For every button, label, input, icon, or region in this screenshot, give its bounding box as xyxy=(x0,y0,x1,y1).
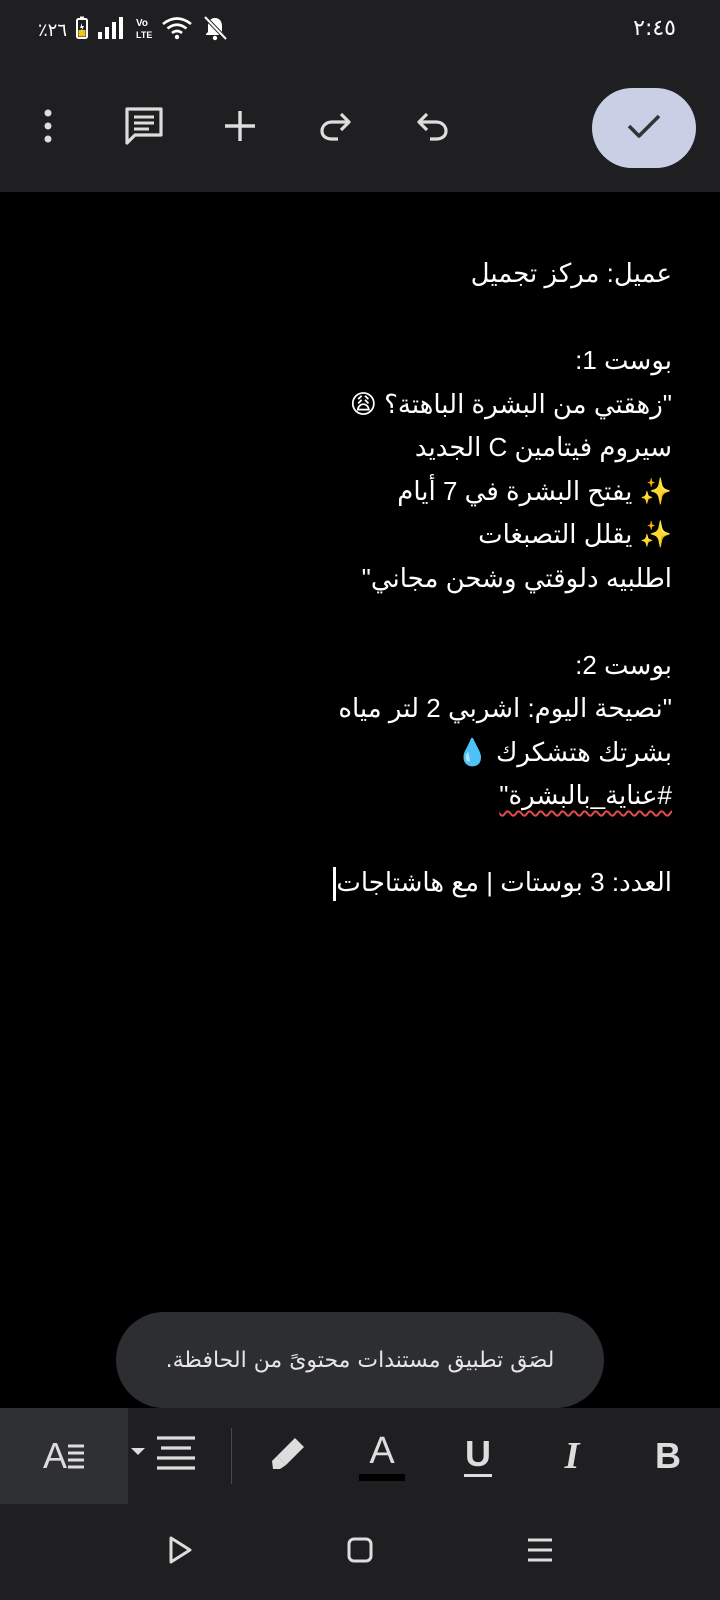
svg-text:A: A xyxy=(43,1436,67,1472)
doc-line-last: العدد: 3 بوستات | مع هاشتاجات xyxy=(252,861,672,905)
highlight-button[interactable] xyxy=(256,1408,320,1504)
toast-text: لصَق تطبيق مستندات محتوىً من الحافظة. xyxy=(165,1347,555,1373)
insert-button[interactable] xyxy=(216,104,264,152)
battery-percent: ٪٢٦ xyxy=(38,20,68,41)
italic-icon: I xyxy=(564,1435,580,1477)
doc-line: ✨ يقلل التصبغات xyxy=(478,519,672,549)
comment-button[interactable] xyxy=(120,104,168,152)
doc-line xyxy=(252,600,672,644)
battery-icon xyxy=(75,16,89,45)
status-icons: ٪٢٦ Vo LTE xyxy=(38,14,229,47)
status-bar: ٪٢٦ Vo LTE ٢:٤٥ xyxy=(0,0,720,64)
formatting-bar: A A U I B xyxy=(0,1408,720,1504)
doc-line: اطلبيه دلوقتي وشحن مجاني" xyxy=(361,562,672,593)
doc-line: "زهقتي من البشرة الباهتة؟ 😩 xyxy=(349,388,672,419)
check-icon xyxy=(624,110,664,146)
doc-line xyxy=(252,818,672,862)
svg-text:Vo: Vo xyxy=(136,18,148,29)
underline-glyph: U xyxy=(465,1432,491,1474)
doc-line: عميل: مركز تجميل xyxy=(470,258,672,288)
doc-line: سيروم فيتامين C الجديد xyxy=(414,432,672,462)
doc-line: بشرتك هتشكرك 💧 xyxy=(456,736,672,767)
doc-line xyxy=(252,296,672,340)
done-button[interactable] xyxy=(592,88,696,168)
toolbar-divider xyxy=(231,1428,232,1484)
recents-icon xyxy=(526,1537,554,1567)
underline-button[interactable]: U xyxy=(446,1408,510,1504)
svg-text:LTE: LTE xyxy=(136,30,152,40)
status-time: ٢:٤٥ xyxy=(633,16,676,41)
text-color-glyph: A xyxy=(369,1429,395,1472)
text-style-button[interactable]: A xyxy=(0,1408,128,1504)
home-icon xyxy=(346,1536,374,1568)
doc-line: #عناية_بالبشرة" xyxy=(499,780,672,810)
doc-line: "نصيحة اليوم: اشربي 2 لتر مياه xyxy=(338,693,672,723)
redo-button[interactable] xyxy=(312,104,360,152)
more-vert-icon xyxy=(36,106,60,150)
document-canvas[interactable]: عميل: مركز تجميل بوست 1: "زهقتي من البشر… xyxy=(0,192,720,1408)
text-color-swatch xyxy=(359,1473,405,1481)
back-icon xyxy=(166,1535,194,1569)
editor-toolbar xyxy=(0,64,720,192)
document-text[interactable]: عميل: مركز تجميل بوست 1: "زهقتي من البشر… xyxy=(252,252,672,905)
back-button[interactable] xyxy=(152,1524,208,1580)
clipboard-toast: لصَق تطبيق مستندات محتوىً من الحافظة. xyxy=(116,1312,604,1408)
system-nav-bar xyxy=(0,1504,720,1600)
italic-button[interactable]: I xyxy=(540,1408,604,1504)
text-style-icon: A xyxy=(43,1435,85,1476)
bold-icon: B xyxy=(655,1435,681,1476)
undo-icon xyxy=(414,110,450,146)
underline-bar xyxy=(464,1473,492,1477)
bold-button[interactable]: B xyxy=(636,1408,700,1504)
wifi-icon xyxy=(161,16,193,45)
text-color-icon: A xyxy=(359,1432,405,1481)
align-icon xyxy=(131,1434,197,1478)
redo-icon xyxy=(318,110,354,146)
undo-button[interactable] xyxy=(408,104,456,152)
more-options-button[interactable] xyxy=(24,104,72,152)
paragraph-align-button[interactable] xyxy=(128,1408,200,1504)
home-button[interactable] xyxy=(332,1524,388,1580)
comment-icon xyxy=(123,105,165,151)
doc-line-text: العدد: 3 بوستات | مع هاشتاجات xyxy=(336,867,672,897)
volte-icon: Vo LTE xyxy=(135,16,153,45)
signal-icon xyxy=(97,16,127,45)
underline-icon: U xyxy=(464,1432,492,1477)
add-icon xyxy=(222,108,258,148)
doc-line: بوست 2: xyxy=(575,649,672,680)
doc-line: بوست 1: xyxy=(575,345,672,375)
recents-button[interactable] xyxy=(512,1524,568,1580)
text-color-button[interactable]: A xyxy=(350,1408,414,1504)
highlight-icon xyxy=(268,1434,308,1478)
bell-off-icon xyxy=(201,14,229,47)
doc-line: ✨ يفتح البشرة في 7 أيام xyxy=(397,475,672,506)
